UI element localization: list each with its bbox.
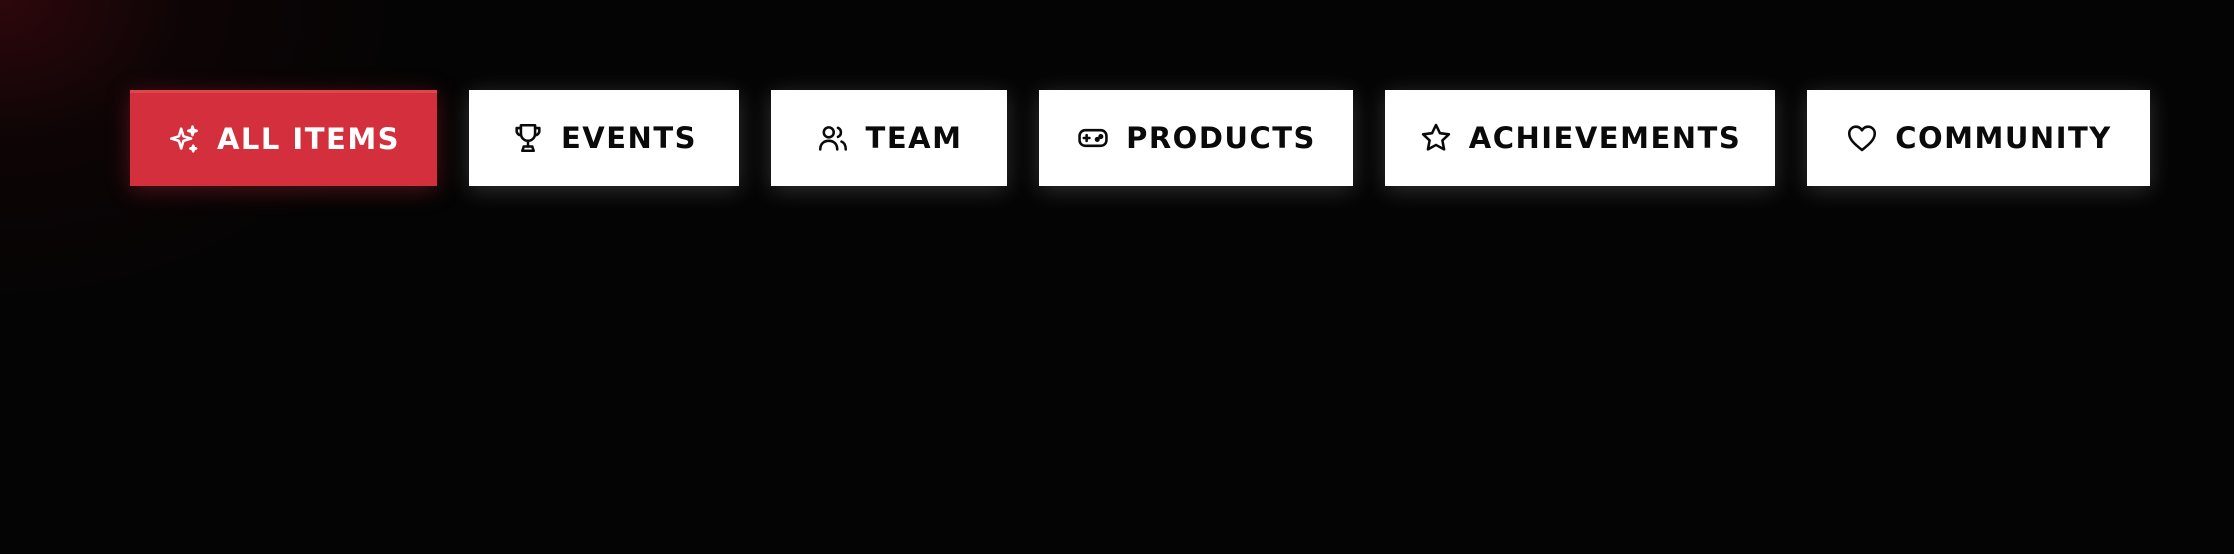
filter-button-community[interactable]: COMMUNITY: [1807, 90, 2150, 186]
users-icon: [816, 121, 850, 155]
gamepad-icon: [1076, 121, 1110, 155]
filter-button-achievements[interactable]: ACHIEVEMENTS: [1385, 90, 1775, 186]
category-filter-bar: ALL ITEMS EVENTS TEAM PRODUCTS ACHIEVEME…: [130, 90, 2150, 186]
filter-button-events[interactable]: EVENTS: [469, 90, 739, 186]
sparkles-icon: [167, 123, 201, 157]
filter-label: ALL ITEMS: [216, 122, 401, 156]
filter-label: ACHIEVEMENTS: [1468, 120, 1742, 155]
filter-button-team[interactable]: TEAM: [771, 90, 1007, 186]
filter-button-products[interactable]: PRODUCTS: [1039, 90, 1353, 186]
trophy-icon: [511, 121, 545, 155]
filter-button-all-items[interactable]: ALL ITEMS: [130, 90, 437, 186]
filter-label: PRODUCTS: [1126, 120, 1316, 155]
filter-label: COMMUNITY: [1895, 120, 2112, 155]
filter-label: TEAM: [865, 120, 963, 155]
star-icon: [1419, 121, 1453, 155]
filter-label: EVENTS: [560, 120, 697, 155]
heart-icon: [1845, 121, 1879, 155]
background: [0, 0, 2234, 554]
